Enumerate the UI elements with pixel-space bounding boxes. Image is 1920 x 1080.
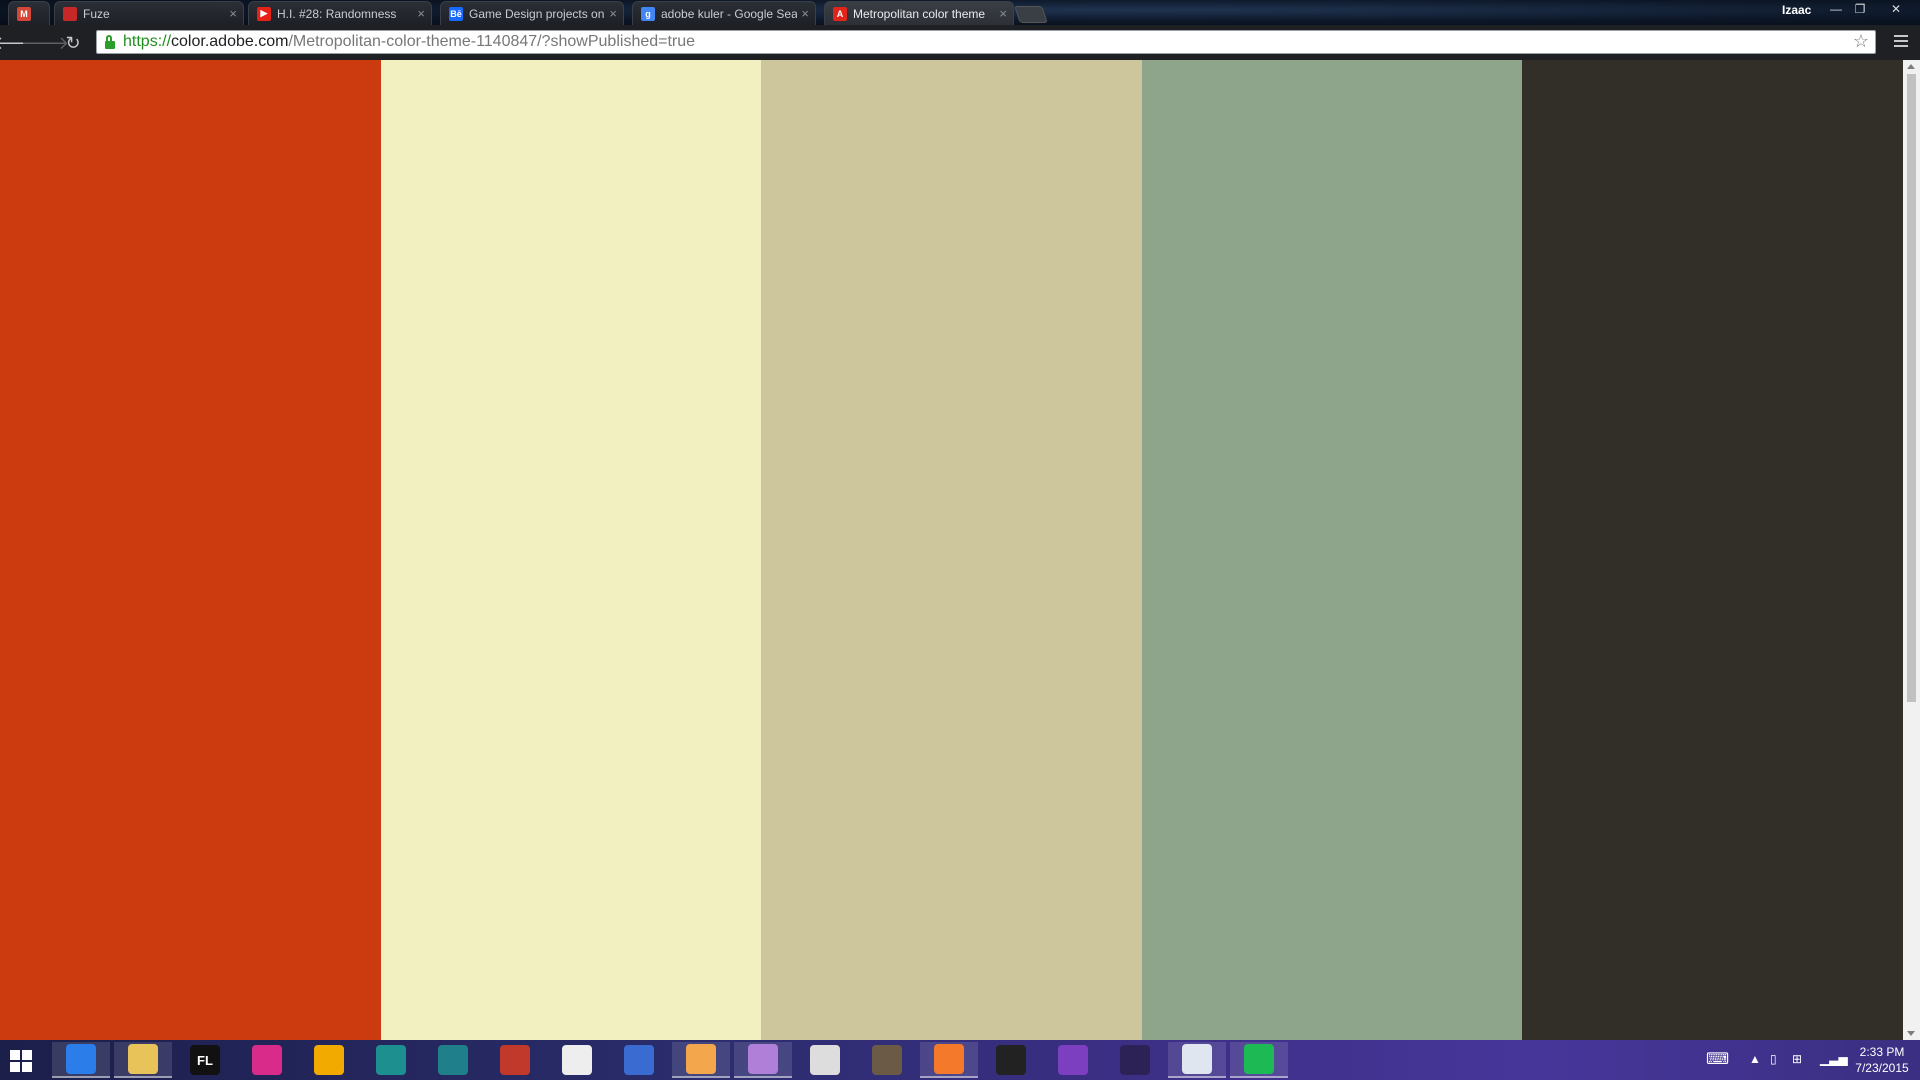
desktop-screen: M Fuze × ▶ H.I. #28: Randomness × Bē Gam… — [0, 0, 1920, 1080]
page-scrollbar[interactable] — [1903, 60, 1920, 1040]
windows-taskbar: FL ⌨ ▲ ▯ ⊞ ▁▃▅ 2:33 PM 7/23/2015 — [0, 1040, 1920, 1080]
taskbar-button-maya[interactable] — [362, 1042, 420, 1078]
game-icon — [314, 1045, 344, 1075]
eclipse-icon — [1120, 1045, 1150, 1075]
close-tab-icon[interactable]: × — [229, 6, 237, 21]
tab-title: Game Design projects on — [469, 6, 605, 21]
taskbar-button-orb-app[interactable] — [734, 1042, 792, 1078]
taskbar-button-mudbox[interactable] — [486, 1042, 544, 1078]
taskbar-button-3ds-max[interactable] — [424, 1042, 482, 1078]
tab-youtube[interactable]: ▶ H.I. #28: Randomness × — [248, 1, 432, 25]
taskbar-button-fl-studio[interactable]: FL — [176, 1042, 234, 1078]
windows-start-icon[interactable] — [10, 1050, 32, 1072]
taskbar-button-color-app[interactable] — [238, 1042, 296, 1078]
color-swatch-2[interactable] — [380, 60, 762, 1040]
taskbar-button-onenote[interactable] — [548, 1042, 606, 1078]
speed-app-icon — [810, 1045, 840, 1075]
network-signal-icon[interactable]: ▁▃▅ — [1820, 1052, 1848, 1066]
behance-icon: Bē — [449, 6, 463, 21]
color-app-icon — [252, 1045, 282, 1075]
forward-arrow-icon[interactable]: 🡒 — [21, 32, 69, 54]
unity-icon — [996, 1045, 1026, 1075]
lock-icon — [105, 35, 115, 49]
window-app-icon — [1182, 1044, 1212, 1074]
taskbar-button-visual-studio[interactable] — [1044, 1042, 1102, 1078]
gmail-icon: M — [17, 6, 31, 21]
profile-name[interactable]: Izaac — [1782, 3, 1811, 17]
reload-icon[interactable]: ↻ — [62, 32, 84, 54]
onenote-icon — [562, 1045, 592, 1075]
taskbar-button-spotify[interactable] — [1230, 1042, 1288, 1078]
taskbar-button-speed-app[interactable] — [796, 1042, 854, 1078]
mudbox-icon — [500, 1045, 530, 1075]
keyboard-icon[interactable]: ⌨ — [1706, 1049, 1729, 1069]
flower-app-icon — [686, 1044, 716, 1074]
bookmark-star-icon[interactable]: ☆ — [1853, 31, 1869, 52]
url-host: color.adobe.com — [171, 33, 289, 50]
url-path: /Metropolitan-color-theme-1140847/?showP… — [288, 33, 696, 50]
blender-icon — [934, 1044, 964, 1074]
show-hidden-icons-icon[interactable]: ▲ — [1749, 1052, 1761, 1066]
new-tab-button[interactable] — [1014, 6, 1048, 23]
scroll-up-icon[interactable] — [1907, 64, 1915, 69]
color-swatch-3[interactable] — [761, 60, 1142, 1040]
taskbar-button-file-explorer[interactable] — [114, 1042, 172, 1078]
close-tab-icon[interactable]: × — [999, 6, 1007, 21]
tab-google-search[interactable]: g adobe kuler - Google Sea × — [632, 1, 816, 25]
taskbar-button-eclipse[interactable] — [1106, 1042, 1164, 1078]
taskbar-button-blender[interactable] — [920, 1042, 978, 1078]
google-icon: g — [641, 6, 655, 21]
taskbar-button-chrome[interactable] — [52, 1042, 110, 1078]
chrome-icon — [66, 1044, 96, 1074]
address-bar[interactable]: https://color.adobe.com/Metropolitan-col… — [96, 30, 1876, 54]
system-clock[interactable]: 2:33 PM 7/23/2015 — [1850, 1044, 1914, 1076]
tab-title: adobe kuler - Google Sea — [661, 6, 798, 21]
file-explorer-icon — [128, 1044, 158, 1074]
taskbar-button-unity[interactable] — [982, 1042, 1040, 1078]
color-swatch-1[interactable] — [0, 60, 381, 1040]
tab-title: H.I. #28: Randomness — [277, 6, 397, 21]
3ds-max-icon — [438, 1045, 468, 1075]
orb-app-icon — [748, 1044, 778, 1074]
youtube-icon: ▶ — [257, 6, 271, 21]
fl-studio-icon: FL — [190, 1045, 220, 1075]
browser-menu-icon[interactable] — [1894, 35, 1908, 50]
adobe-icon: A — [833, 6, 847, 21]
tab-title: Fuze — [83, 6, 110, 21]
close-tab-icon[interactable]: × — [801, 6, 809, 21]
clock-time: 2:33 PM — [1859, 1045, 1905, 1059]
minimize-icon[interactable]: — — [1824, 0, 1848, 18]
url-scheme: https:// — [123, 33, 172, 50]
fuze-icon — [63, 6, 77, 21]
spotify-icon — [1244, 1044, 1274, 1074]
tab-title: Metropolitan color theme — [853, 6, 986, 21]
color-theme-swatches — [0, 60, 1903, 1040]
maya-icon — [376, 1045, 406, 1075]
close-tab-icon[interactable]: × — [609, 6, 617, 21]
paint-icon — [624, 1045, 654, 1075]
close-tab-icon[interactable]: × — [417, 6, 425, 21]
tab-behance[interactable]: Bē Game Design projects on × — [440, 1, 624, 25]
tab-gmail[interactable]: M — [8, 1, 50, 25]
restore-icon[interactable]: ❐ — [1848, 0, 1872, 18]
taskbar-button-gimp[interactable] — [858, 1042, 916, 1078]
scroll-down-icon[interactable] — [1907, 1031, 1915, 1036]
browser-toolbar: 🡐 🡒 ↻ https://color.adobe.com/Metropolit… — [0, 25, 1920, 61]
taskbar-button-game[interactable] — [300, 1042, 358, 1078]
taskbar-button-window-app[interactable] — [1168, 1042, 1226, 1078]
color-swatch-5[interactable] — [1522, 60, 1903, 1040]
visual-studio-icon — [1058, 1045, 1088, 1075]
gimp-icon — [872, 1045, 902, 1075]
scrollbar-thumb[interactable] — [1907, 74, 1916, 702]
tab-fuze[interactable]: Fuze × — [54, 1, 244, 25]
action-center-icon[interactable]: ⊞ — [1792, 1052, 1802, 1066]
tab-metropolitan-active[interactable]: A Metropolitan color theme × — [824, 1, 1014, 25]
taskbar-button-paint[interactable] — [610, 1042, 668, 1078]
close-window-icon[interactable]: ✕ — [1884, 0, 1908, 18]
browser-tab-strip: M Fuze × ▶ H.I. #28: Randomness × Bē Gam… — [0, 0, 1920, 25]
battery-icon[interactable]: ▯ — [1770, 1052, 1777, 1066]
color-swatch-4[interactable] — [1141, 60, 1523, 1040]
taskbar-button-flower-app[interactable] — [672, 1042, 730, 1078]
clock-date: 7/23/2015 — [1855, 1061, 1909, 1075]
